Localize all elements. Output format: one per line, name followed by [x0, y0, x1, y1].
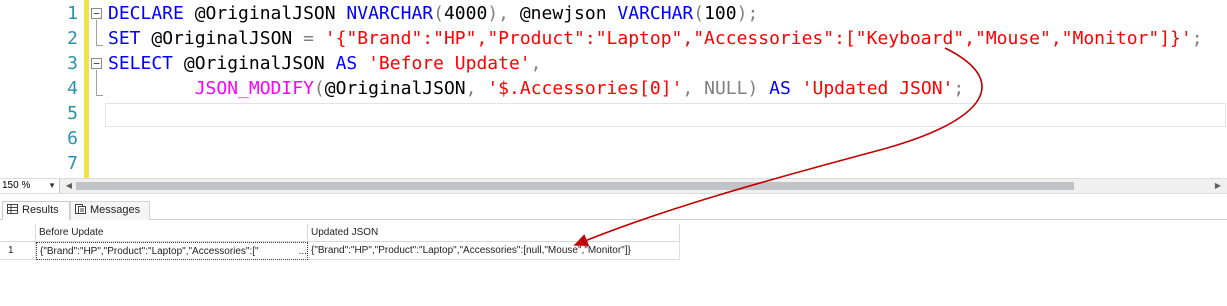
tab-results[interactable]: Results: [2, 201, 70, 220]
code-token: (: [313, 78, 325, 99]
editor-status-bar: 150 % ▼ ◀ ▶: [0, 178, 1227, 194]
collapse-icon[interactable]: −: [91, 8, 102, 19]
code-token: @OriginalJSON: [183, 53, 336, 74]
code-token: NULL: [704, 78, 748, 99]
truncation-ellipsis: ...: [297, 243, 307, 259]
results-tab-strip: Results Messages: [0, 194, 1227, 220]
fold-guide: [96, 70, 97, 95]
chevron-down-icon: ▼: [48, 181, 56, 190]
line-number: 1: [67, 3, 78, 24]
code-token: ,: [465, 78, 488, 99]
cell-updated-json[interactable]: {"Brand":"HP","Product":"Laptop","Access…: [308, 242, 680, 260]
current-line-highlight: [105, 103, 1226, 127]
fold-guide: [96, 20, 97, 45]
code-token: );: [736, 3, 759, 24]
code-token: =: [303, 28, 325, 49]
horizontal-scrollbar-thumb[interactable]: [76, 182, 1074, 190]
line-number: 2: [67, 28, 78, 49]
line-number: 4: [67, 78, 78, 99]
code-token: ): [747, 78, 770, 99]
code-token: SET: [108, 28, 152, 49]
code-token: VARCHAR: [617, 3, 694, 24]
line-number: 7: [67, 153, 78, 174]
code-token: AS: [769, 78, 802, 99]
line-number-gutter: 1 2 3 4 5 6 7: [0, 0, 84, 178]
zoom-level: 150 %: [2, 180, 31, 191]
code-token: AS: [335, 53, 369, 74]
code-token: @OriginalJSON: [151, 28, 304, 49]
query-editor[interactable]: 1 2 3 4 5 6 7 − − DECLARE @OriginalJSON …: [0, 0, 1227, 178]
code-line[interactable]: JSON_MODIFY(@OriginalJSON, '$.Accessorie…: [108, 76, 965, 101]
code-token: (: [433, 3, 444, 24]
line-number: 3: [67, 53, 78, 74]
code-token: '$.Accessories[0]': [487, 78, 683, 99]
tab-results-label: Results: [22, 204, 59, 216]
scroll-left-icon[interactable]: ◀: [64, 179, 74, 193]
code-token: 'Before Update': [368, 53, 531, 74]
fold-guide-end: [96, 45, 103, 46]
code-token: 100: [704, 3, 737, 24]
tab-messages-label: Messages: [90, 204, 141, 216]
messages-icon: [75, 204, 86, 214]
code-token: ,: [530, 53, 542, 74]
cell-value: {"Brand":"HP","Product":"Laptop","Access…: [40, 246, 259, 257]
code-token: JSON_MODIFY: [194, 78, 314, 99]
column-header-before-update[interactable]: Before Update: [36, 224, 308, 242]
tab-messages[interactable]: Messages: [70, 201, 150, 220]
code-token: @OriginalJSON: [324, 78, 466, 99]
zoom-dropdown[interactable]: 150 % ▼: [0, 179, 60, 193]
results-grid[interactable]: Before Update Updated JSON 1 {"Brand":"H…: [0, 220, 1227, 306]
fold-guide-end: [96, 95, 103, 96]
collapse-icon[interactable]: −: [91, 58, 102, 69]
code-token: '{"Brand":"HP","Product":"Laptop","Acces…: [324, 28, 1192, 49]
code-token: DECLARE: [108, 3, 195, 24]
scroll-right-icon[interactable]: ▶: [1213, 179, 1223, 193]
change-tracking-bar: [84, 0, 89, 178]
column-header-updated-json[interactable]: Updated JSON: [308, 224, 680, 242]
code-token: ,: [682, 78, 705, 99]
code-token: @OriginalJSON: [194, 3, 347, 24]
row-number[interactable]: 1: [0, 242, 36, 260]
code-line[interactable]: SET @OriginalJSON = '{"Brand":"HP","Prod…: [108, 26, 1203, 51]
row-header-corner[interactable]: [0, 224, 36, 242]
code-token: @newjson: [519, 3, 618, 24]
cell-value: {"Brand":"HP","Product":"Laptop","Access…: [311, 245, 631, 256]
cell-before-update[interactable]: {"Brand":"HP","Product":"Laptop","Access…: [36, 242, 308, 260]
code-token: ),: [487, 3, 520, 24]
code-line[interactable]: DECLARE @OriginalJSON NVARCHAR(4000), @n…: [108, 1, 758, 26]
code-token: ;: [953, 78, 965, 99]
line-number: 5: [67, 103, 78, 124]
grid-icon: [7, 204, 18, 214]
code-token: (: [693, 3, 705, 24]
code-token: 4000: [443, 3, 488, 24]
code-token: SELECT: [108, 53, 184, 74]
code-line[interactable]: SELECT @OriginalJSON AS 'Before Update',: [108, 51, 542, 76]
code-token: NVARCHAR: [346, 3, 434, 24]
code-token: 'Updated JSON': [801, 78, 954, 99]
line-number: 6: [67, 128, 78, 149]
code-token: ;: [1191, 28, 1203, 49]
